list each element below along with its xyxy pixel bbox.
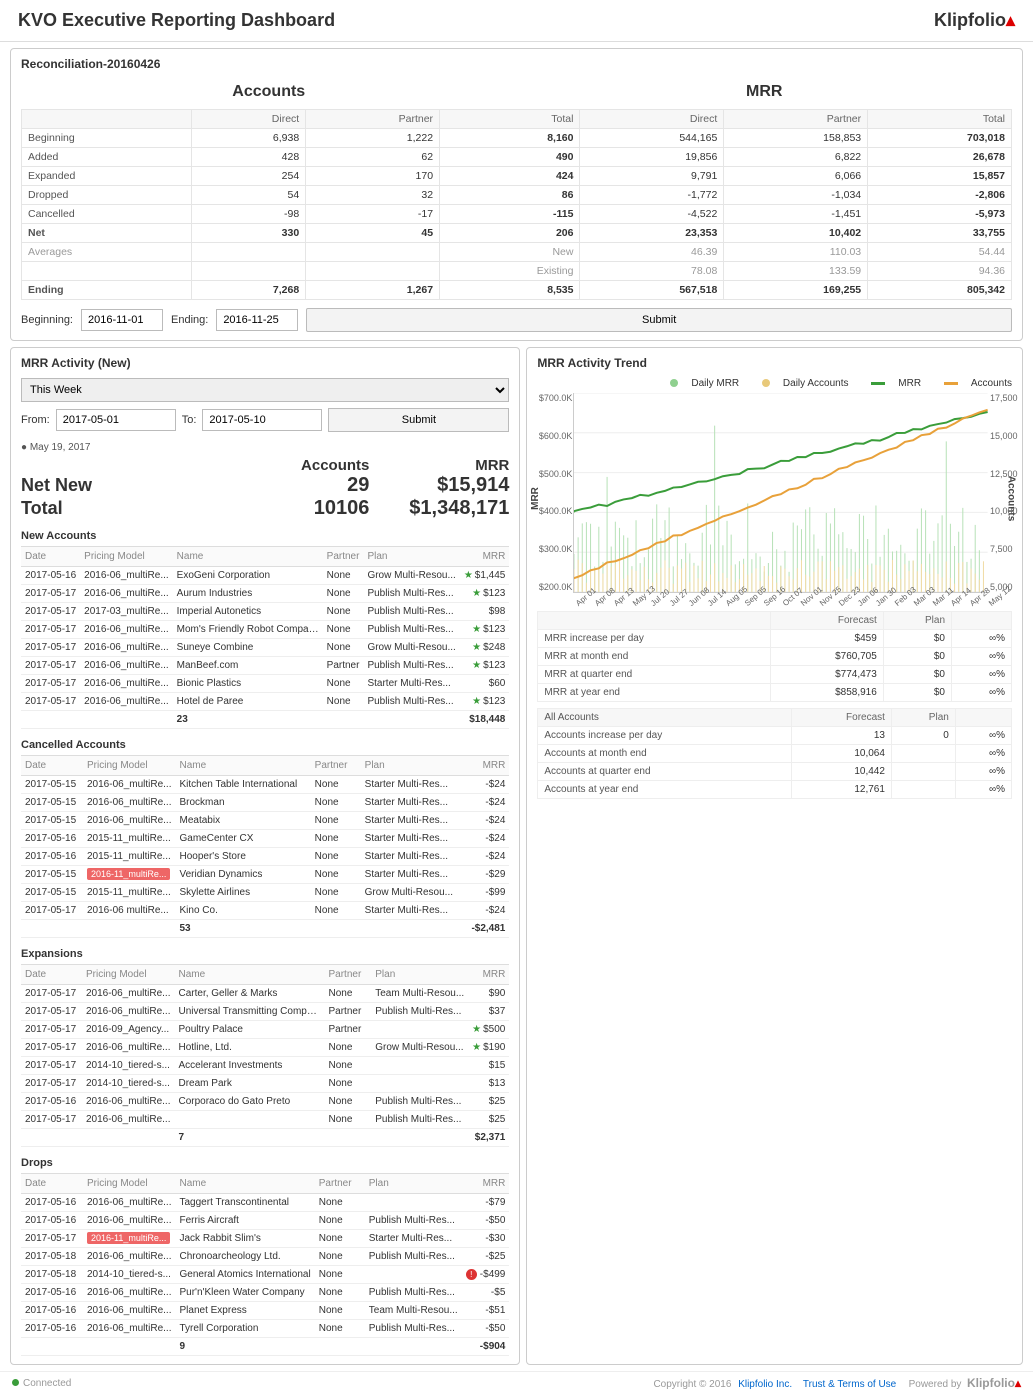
- footer-logo: Klipfolio▴: [967, 1376, 1021, 1390]
- cancelled-accounts-table: DatePricing ModelNamePartnerPlanMRR2017-…: [21, 755, 509, 938]
- cancelled-accounts-label: Cancelled Accounts: [21, 739, 509, 751]
- begin-input[interactable]: [81, 309, 163, 331]
- table-row[interactable]: 2017-05-172016-06_multiRe...Hotline, Ltd…: [21, 1039, 509, 1057]
- mrr-heading: MRR: [517, 79, 1013, 109]
- forecast-accounts-table: All AccountsForecastPlanAccounts increas…: [537, 708, 1012, 799]
- brand-logo: Klipfolio▴: [934, 10, 1015, 31]
- table-row[interactable]: 2017-05-152016-11_multiRe...Veridian Dyn…: [21, 866, 509, 884]
- connected-label: Connected: [23, 1378, 71, 1389]
- table-row[interactable]: 2017-05-172016-06_multiRe...ManBeef.comP…: [21, 657, 509, 675]
- expansions-label: Expansions: [21, 948, 509, 960]
- table-row[interactable]: 2017-05-152015-11_multiRe...Skylette Air…: [21, 884, 509, 902]
- table-row[interactable]: 2017-05-162016-06_multiRe...Tyrell Corpo…: [21, 1320, 509, 1338]
- to-label: To:: [182, 414, 197, 426]
- footer: Connected Copyright © 2016 Klipfolio Inc…: [0, 1371, 1033, 1394]
- reconciliation-table: DirectPartnerTotalDirectPartnerTotalBegi…: [21, 109, 1012, 300]
- table-row[interactable]: 2017-05-172016-11_multiRe...Jack Rabbit …: [21, 1230, 509, 1248]
- activity-submit-button[interactable]: Submit: [328, 408, 509, 432]
- table-row[interactable]: 2017-05-172014-10_tiered-s...Accelerant …: [21, 1057, 509, 1075]
- mrr-activity-panel: MRR Activity (New) This Week From: To: S…: [10, 347, 520, 1365]
- table-row[interactable]: 2017-05-172016-09_Agency...Poultry Palac…: [21, 1021, 509, 1039]
- table-row[interactable]: 2017-05-152016-06_multiRe...BrockmanNone…: [21, 794, 509, 812]
- chart-legend: Daily MRR Daily Accounts MRR Accounts: [537, 378, 1012, 389]
- table-row[interactable]: 2017-05-182014-10_tiered-s...General Ato…: [21, 1266, 509, 1284]
- new-accounts-label: New Accounts: [21, 530, 509, 542]
- expansions-table: DatePricing ModelNamePartnerPlanMRR2017-…: [21, 964, 509, 1147]
- table-row[interactable]: 2017-05-182016-06_multiRe...Chronoarcheo…: [21, 1248, 509, 1266]
- table-row[interactable]: 2017-05-162016-06_multiRe...Pur'n'Kleen …: [21, 1284, 509, 1302]
- table-row[interactable]: 2017-05-172014-10_tiered-s...Dream ParkN…: [21, 1075, 509, 1093]
- table-row[interactable]: 2017-05-172016-06_multiRe...Universal Tr…: [21, 1003, 509, 1021]
- total-mrr: $1,348,171: [369, 497, 509, 520]
- table-row[interactable]: 2017-05-162016-06_multiRe...Ferris Aircr…: [21, 1212, 509, 1230]
- summary-accounts-head: Accounts: [249, 457, 369, 474]
- total-label: Total: [21, 498, 249, 519]
- table-row[interactable]: 2017-05-172016-06_multiRe...Aurum Indust…: [21, 585, 509, 603]
- total-accounts: 10106: [249, 497, 369, 520]
- connected-icon: [12, 1379, 19, 1386]
- drops-table: DatePricing ModelNamePartnerPlanMRR2017-…: [21, 1173, 509, 1356]
- table-row[interactable]: 2017-05-172016-06_multiRe...Suneye Combi…: [21, 639, 509, 657]
- table-row[interactable]: 2017-05-172016-06_multiRe...NonePublish …: [21, 1111, 509, 1129]
- trend-panel: MRR Activity Trend Daily MRR Daily Accou…: [526, 347, 1023, 1365]
- table-row[interactable]: 2017-05-172016-06_multiRe...Hotel de Par…: [21, 693, 509, 711]
- table-row[interactable]: 2017-05-162016-06_multiRe...Planet Expre…: [21, 1302, 509, 1320]
- mrr-activity-title: MRR Activity (New): [21, 356, 509, 370]
- from-input[interactable]: [56, 409, 176, 431]
- table-row[interactable]: 2017-05-172016-06 multiRe...Kino Co.None…: [21, 902, 509, 920]
- chart-svg: [574, 393, 988, 592]
- table-row[interactable]: 2017-05-162016-06_multiRe...ExoGeni Corp…: [21, 567, 509, 585]
- reconciliation-panel: Reconciliation-20160426 Accounts MRR Dir…: [10, 48, 1023, 341]
- footer-klipfolio-link[interactable]: Klipfolio Inc.: [738, 1379, 792, 1390]
- app-header: KVO Executive Reporting Dashboard Klipfo…: [0, 0, 1033, 42]
- range-select[interactable]: This Week: [21, 378, 509, 402]
- netnew-mrr: $15,914: [369, 474, 509, 497]
- table-row[interactable]: 2017-05-162015-11_multiRe...Hooper's Sto…: [21, 848, 509, 866]
- drops-label: Drops: [21, 1157, 509, 1169]
- netnew-label: Net New: [21, 475, 249, 496]
- table-row[interactable]: 2017-05-172017-03_multiRe...Imperial Aut…: [21, 603, 509, 621]
- table-row[interactable]: 2017-05-152016-06_multiRe...Kitchen Tabl…: [21, 776, 509, 794]
- table-row[interactable]: 2017-05-172016-06_multiRe...Mom's Friend…: [21, 621, 509, 639]
- end-input[interactable]: [216, 309, 298, 331]
- table-row[interactable]: 2017-05-172016-06_multiRe...Carter, Gell…: [21, 985, 509, 1003]
- begin-label: Beginning:: [21, 314, 73, 326]
- trend-title: MRR Activity Trend: [537, 356, 1012, 370]
- new-accounts-table: DatePricing ModelNamePartnerPlanMRR2017-…: [21, 546, 509, 729]
- reconciliation-title: Reconciliation-20160426: [21, 57, 1012, 71]
- table-row[interactable]: 2017-05-162016-06_multiRe...Corporaco do…: [21, 1093, 509, 1111]
- table-row[interactable]: 2017-05-152016-06_multiRe...MeatabixNone…: [21, 812, 509, 830]
- to-input[interactable]: [202, 409, 322, 431]
- footer-trust-link[interactable]: Trust & Terms of Use: [803, 1379, 896, 1390]
- reconciliation-controls: Beginning: Ending: Submit: [21, 308, 1012, 332]
- forecast-mrr-table: ForecastPlanMRR increase per day$459$0∞%…: [537, 611, 1012, 702]
- netnew-accounts: 29: [249, 474, 369, 497]
- table-row[interactable]: 2017-05-162015-11_multiRe...GameCenter C…: [21, 830, 509, 848]
- reconciliation-submit-button[interactable]: Submit: [306, 308, 1012, 332]
- table-row[interactable]: 2017-05-162016-06_multiRe...Taggert Tran…: [21, 1194, 509, 1212]
- page-title: KVO Executive Reporting Dashboard: [18, 10, 335, 31]
- table-row[interactable]: 2017-05-172016-06_multiRe...Bionic Plast…: [21, 675, 509, 693]
- trend-chart: MRR Accounts $700.0K$600.0K$500.0K$400.0…: [573, 393, 988, 593]
- summary-mrr-head: MRR: [369, 457, 509, 474]
- activity-date: ● May 19, 2017: [21, 442, 509, 453]
- end-label: Ending:: [171, 314, 208, 326]
- accounts-heading: Accounts: [21, 79, 517, 109]
- from-label: From:: [21, 414, 50, 426]
